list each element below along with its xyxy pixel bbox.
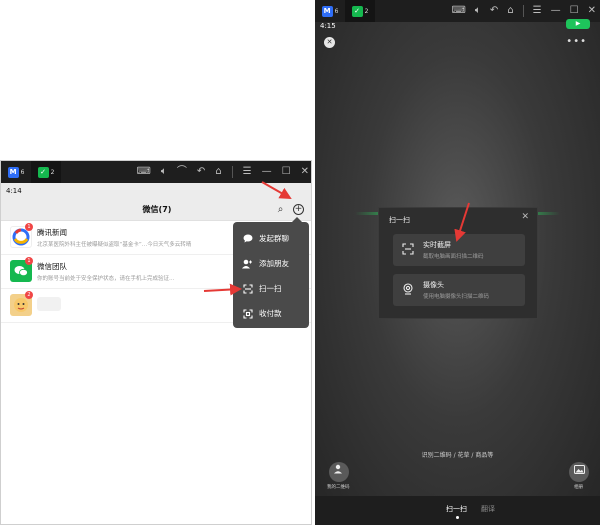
status-bar-time: 4:14	[1, 183, 311, 199]
blurred-name	[37, 297, 61, 311]
bottom-tab-bar: 扫一扫 翻译	[315, 496, 600, 525]
wechat-icon: ✓	[351, 5, 363, 17]
my-qrcode-label: 我的二维码	[327, 485, 350, 490]
minimize-icon[interactable]: —	[262, 167, 272, 177]
emu-tab-1[interactable]: M 6	[315, 0, 345, 22]
status-bar-time: 4:15	[320, 22, 336, 30]
keyboard-icon[interactable]: ⌨	[451, 6, 465, 16]
option-screenshot[interactable]: 实时截屏 截取电脑画面扫描二维码	[393, 234, 525, 266]
menu-toggle-icon[interactable]: ⌒	[177, 167, 187, 177]
app-icon: M	[321, 5, 333, 17]
hamburger-icon[interactable]: ☰	[243, 167, 252, 177]
back-icon[interactable]: ↶	[197, 167, 205, 177]
page-title: 微信(7)	[142, 205, 172, 214]
menu-item-scan[interactable]: 扫一扫	[233, 276, 309, 301]
emu-tab-wechat[interactable]: ✓ 2	[31, 161, 61, 183]
maximize-icon[interactable]: ☐	[282, 167, 291, 177]
tab-translate[interactable]: 翻译	[481, 504, 495, 514]
screenshot-scan-icon	[401, 243, 414, 256]
tab-scan[interactable]: 扫一扫	[446, 504, 467, 514]
chat-name: 微信团队	[37, 262, 67, 271]
chat-name: 腾讯新闻	[37, 228, 67, 237]
active-tab-indicator	[456, 516, 459, 519]
divider	[231, 166, 233, 178]
more-options-icon[interactable]: •••	[566, 36, 587, 47]
option-title: 实时截屏	[423, 241, 451, 249]
window-controls: ⌨ 🔈︎ ⌒ ↶ ⌂ ☰ — ☐ ✕	[136, 161, 309, 183]
close-scan-icon[interactable]: ✕	[324, 37, 335, 48]
wechat-icon: ✓	[37, 166, 49, 178]
unread-badge: 1	[25, 257, 33, 265]
close-icon[interactable]: ✕	[588, 6, 596, 16]
record-button[interactable]: ▶	[566, 19, 590, 29]
unread-badge: 1	[25, 223, 33, 231]
menu-item-label: 发起群聊	[259, 234, 289, 243]
chat-preview: 你的账号当前处于安全保护状态，请在手机上完成验证…	[37, 276, 175, 282]
search-icon[interactable]: ⌕	[275, 204, 286, 215]
payment-icon	[242, 308, 253, 319]
tab-count: 6	[334, 7, 339, 15]
menu-item-label: 扫一扫	[259, 284, 282, 293]
emu-tab-1[interactable]: M 6	[1, 161, 31, 183]
right-emulator-window: M 6 ✓ 2 ⌨ 🔈︎ ↶ ⌂ ☰ — ☐ ✕ 4:15 ▶ ✕ ••• 扫一…	[315, 0, 600, 525]
home-icon[interactable]: ⌂	[215, 167, 221, 177]
volume-icon[interactable]: 🔈︎	[161, 167, 167, 177]
scan-hint: 识别二维码 / 花草 / 商品等	[421, 452, 494, 459]
chat-preview: 北京某医院外科主任被曝疑似盗取“基金卡”…今日天气多云转晴	[37, 242, 192, 248]
left-emulator-window: M 6 ✓ 2 ⌨ 🔈︎ ⌒ ↶ ⌂ ☰ — ☐ ✕ 4:14 微信(7) ⌕ …	[0, 160, 312, 525]
tab-count: 2	[364, 7, 369, 15]
menu-item-label: 添加朋友	[259, 259, 289, 268]
back-icon[interactable]: ↶	[490, 6, 498, 16]
option-desc: 截取电脑画面扫描二维码	[423, 254, 484, 260]
wechat-logo-icon	[14, 266, 28, 277]
menu-item-add-friend[interactable]: 添加朋友	[233, 251, 309, 276]
dialog-title: 扫一扫	[389, 216, 410, 224]
tab-count: 2	[50, 168, 55, 176]
option-camera[interactable]: 摄像头 使用电脑摄像头扫描二维码	[393, 274, 525, 306]
chat-bubble-icon	[242, 233, 253, 244]
unread-badge: 2	[25, 291, 33, 299]
home-icon[interactable]: ⌂	[507, 6, 513, 16]
minimize-icon[interactable]: —	[551, 6, 561, 16]
maximize-icon[interactable]: ☐	[570, 6, 579, 16]
plus-dropdown-menu: 发起群聊 添加朋友 扫一扫 收付款	[233, 222, 309, 328]
add-friend-icon	[242, 258, 253, 269]
my-qrcode-icon[interactable]	[329, 462, 349, 482]
menu-item-label: 收付款	[259, 309, 282, 318]
wechat-header: 微信(7) ⌕ +	[1, 199, 311, 221]
album-label: 相册	[574, 485, 583, 490]
keyboard-icon[interactable]: ⌨	[136, 167, 150, 177]
camera-icon	[401, 283, 414, 296]
left-title-bar: M 6 ✓ 2 ⌨ 🔈︎ ⌒ ↶ ⌂ ☰ — ☐ ✕	[1, 161, 311, 183]
menu-item-group-chat[interactable]: 发起群聊	[233, 226, 309, 251]
divider	[522, 5, 524, 17]
tab-count: 6	[20, 168, 25, 176]
dialog-close-icon[interactable]: ✕	[521, 212, 529, 222]
right-title-bar: M 6 ✓ 2 ⌨ 🔈︎ ↶ ⌂ ☰ — ☐ ✕	[315, 0, 600, 22]
close-icon[interactable]: ✕	[301, 167, 309, 177]
scan-dialog: 扫一扫 ✕ 实时截屏 截取电脑画面扫描二维码 摄像头 使用电脑摄像头扫描二维码	[378, 207, 538, 319]
option-title: 摄像头	[423, 281, 444, 289]
emu-tab-wechat[interactable]: ✓ 2	[345, 0, 375, 22]
scan-icon	[242, 283, 253, 294]
menu-item-payment[interactable]: 收付款	[233, 301, 309, 326]
hamburger-icon[interactable]: ☰	[533, 6, 542, 16]
add-circle-icon[interactable]: +	[293, 204, 304, 215]
album-icon[interactable]	[569, 462, 589, 482]
volume-icon[interactable]: 🔈︎	[475, 6, 481, 16]
app-icon: M	[7, 166, 19, 178]
option-desc: 使用电脑摄像头扫描二维码	[423, 294, 490, 300]
